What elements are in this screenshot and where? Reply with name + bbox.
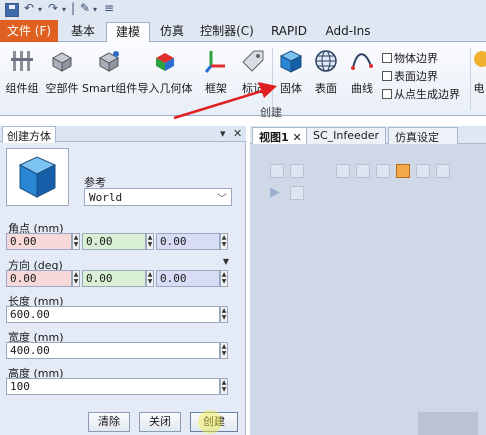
annotation-arrow	[173, 82, 277, 120]
